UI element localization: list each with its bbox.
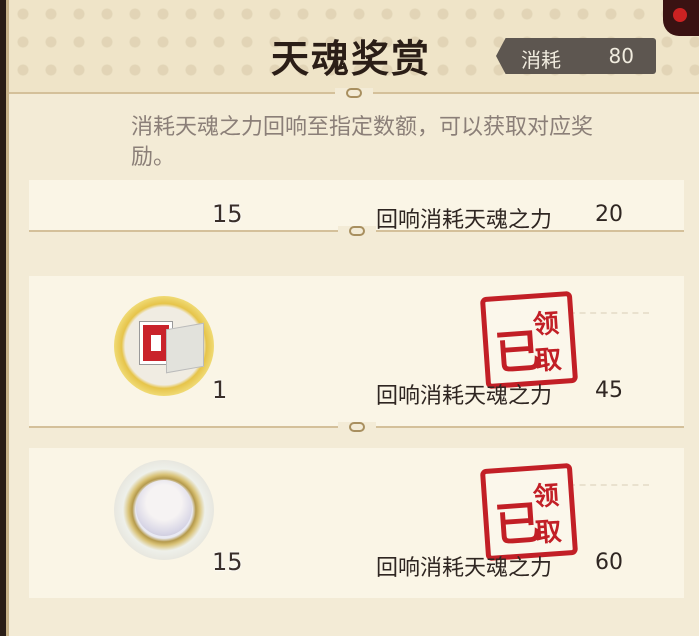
cost-indicator: 消耗 80 <box>496 38 656 74</box>
requirement-value: 45 <box>595 378 623 403</box>
reward-row: 1 已 领 取 回响消耗天魂之力 45 <box>29 276 684 432</box>
requirement-value: 20 <box>595 202 623 227</box>
claimed-stamp: 已 领 取 <box>479 290 579 390</box>
dagger-scroll-icon <box>166 322 204 374</box>
row-divider <box>29 422 684 434</box>
reward-count: 15 <box>212 548 243 576</box>
reward-count: 1 <box>212 376 228 404</box>
reward-panel: 天魂奖赏 消耗 80 消耗天魂之力回响至指定数额，可以获取对应奖励。 15 回响… <box>6 0 699 636</box>
reward-row: 15 已 领 取 回响消耗天魂之力 60 <box>29 448 684 598</box>
reward-description: 消耗天魂之力回响至指定数额，可以获取对应奖励。 <box>131 115 594 170</box>
cost-value: 80 <box>608 44 634 68</box>
cost-label: 消耗 <box>521 48 561 72</box>
header-divider <box>9 88 699 98</box>
reward-list[interactable]: 15 回响消耗天魂之力 20 1 已 领 取 回响消耗天魂之力 45 15 已 … <box>9 180 699 636</box>
close-ornament-icon[interactable] <box>663 0 699 36</box>
claimed-stamp: 已 领 取 <box>479 462 579 562</box>
reward-row: 15 回响消耗天魂之力 20 <box>29 180 684 236</box>
character-portrait-icon[interactable] <box>114 460 214 560</box>
requirement-value: 60 <box>595 550 623 575</box>
red-box-and-dagger-icon[interactable] <box>114 296 214 396</box>
panel-title: 天魂奖赏 <box>271 36 432 81</box>
character-face-icon <box>136 480 192 536</box>
requirement-label: 回响消耗天魂之力 <box>376 556 553 581</box>
reward-count: 15 <box>212 200 243 228</box>
panel-header: 天魂奖赏 消耗 80 <box>9 0 699 93</box>
requirement-label: 回响消耗天魂之力 <box>376 384 553 409</box>
row-divider <box>29 226 684 238</box>
decorative-pattern <box>569 484 649 526</box>
decorative-pattern <box>569 312 649 354</box>
